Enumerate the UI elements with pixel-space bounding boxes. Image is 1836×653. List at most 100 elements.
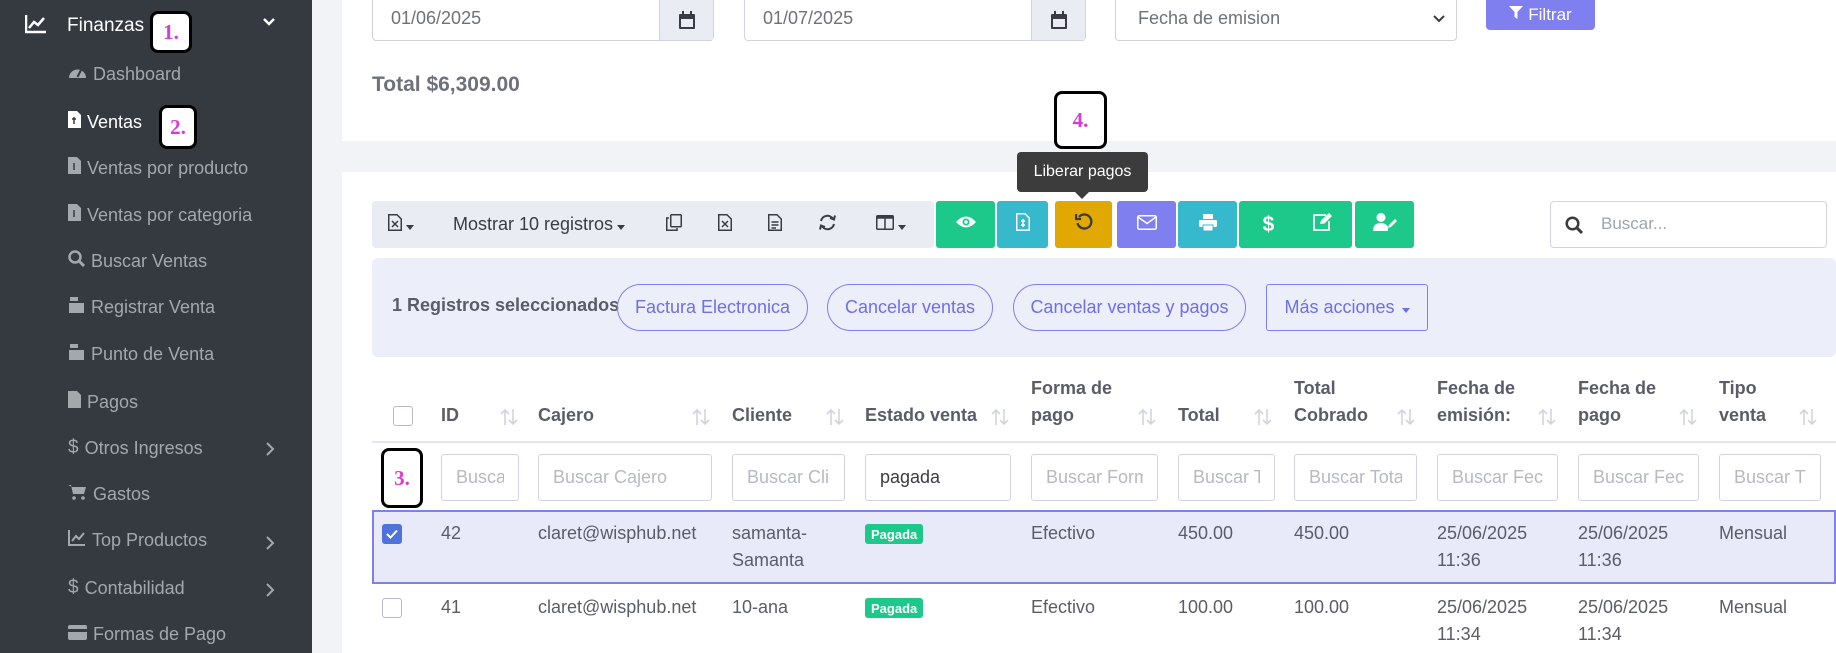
calendar-icon[interactable] (1031, 0, 1085, 40)
sidebar-item-contabilidad[interactable]: $ Contabilidad (68, 577, 185, 599)
date-type-select[interactable]: Fecha de emision (1115, 0, 1457, 41)
filter-cajero-input[interactable] (539, 455, 711, 500)
filter-emision-input[interactable] (1438, 455, 1557, 500)
sort-icon[interactable] (1138, 408, 1156, 426)
sidebar-item-formas-de-pago[interactable]: Formas de Pago (68, 624, 226, 645)
sort-icon[interactable] (1254, 408, 1272, 426)
filter-cliente-field[interactable] (732, 454, 845, 501)
cell-cliente[interactable]: samanta- Samanta (732, 520, 807, 574)
assign-user-button[interactable] (1355, 201, 1414, 248)
filter-pago-input[interactable] (1579, 455, 1698, 500)
cancel-sales-and-payments-button[interactable]: Cancelar ventas y pagos (1013, 284, 1246, 331)
sidebar-item-gastos[interactable]: Gastos (68, 484, 150, 505)
sidebar-item-registrar-venta[interactable]: Registrar Venta (68, 297, 215, 318)
column-header-forma-de-pago[interactable]: Forma de pago (1031, 375, 1112, 429)
column-header-cajero[interactable]: Cajero (538, 402, 594, 429)
filter-cobrado-input[interactable] (1295, 455, 1416, 500)
table-search-input[interactable] (1601, 214, 1811, 234)
columns-dropdown-button[interactable] (868, 201, 914, 248)
column-header-estado-venta[interactable]: Estado venta (865, 402, 977, 429)
calendar-icon[interactable] (659, 0, 713, 40)
sort-icon[interactable] (1679, 408, 1697, 426)
export-excel-button[interactable] (707, 201, 743, 248)
sort-icon[interactable] (1397, 408, 1415, 426)
step-marker-4: 4. (1054, 91, 1107, 149)
edit-button[interactable] (1293, 201, 1352, 248)
filter-id-input[interactable] (442, 455, 518, 500)
electronic-invoice-button[interactable]: Factura Electronica (617, 284, 808, 331)
sort-icon[interactable] (826, 408, 844, 426)
column-header-tipo-venta[interactable]: Tipo venta (1719, 375, 1766, 429)
sort-icon[interactable] (1538, 408, 1556, 426)
row-checkbox[interactable] (382, 598, 402, 618)
date-to-field[interactable]: 01/07/2025 (744, 0, 1086, 41)
column-header-fecha-emision[interactable]: Fecha de emisión: (1437, 375, 1515, 429)
cancel-sales-button[interactable]: Cancelar ventas (827, 284, 993, 331)
caret-down-icon (1401, 297, 1410, 318)
header-line: venta (1719, 405, 1767, 425)
filter-cajero-field[interactable] (538, 454, 712, 501)
sidebar-item-dashboard[interactable]: Dashboard (68, 64, 181, 85)
filter-pago-field[interactable] (1578, 454, 1699, 501)
view-button[interactable] (936, 201, 995, 248)
chevron-right-icon[interactable] (265, 442, 275, 461)
more-actions-dropdown[interactable]: Más acciones (1266, 284, 1428, 331)
filter-total-input[interactable] (1179, 455, 1274, 500)
invoice-button[interactable] (997, 201, 1048, 248)
filter-forma-field[interactable] (1031, 454, 1158, 501)
date-from-field[interactable]: 01/06/2025 (372, 0, 714, 41)
refresh-button[interactable] (808, 201, 846, 248)
copy-button[interactable] (656, 201, 692, 248)
filter-estado-input[interactable] (866, 455, 1010, 500)
file-excel-icon (718, 213, 732, 236)
sidebar-item-top-productos[interactable]: Top Productos (68, 530, 207, 551)
sidebar: Finanzas Dashboard Ventas Ventas por pro… (0, 0, 312, 653)
filter-tipo-field[interactable] (1719, 454, 1821, 501)
sort-icon[interactable] (692, 408, 710, 426)
export-text-button[interactable] (757, 201, 793, 248)
column-header-total-cobrado[interactable]: Total Cobrado (1294, 375, 1368, 429)
filter-id-field[interactable] (441, 454, 519, 501)
print-button[interactable] (1178, 201, 1237, 248)
column-header-id[interactable]: ID (441, 402, 459, 429)
export-dropdown-button[interactable] (381, 201, 421, 248)
file-invoice-icon (68, 157, 81, 179)
payment-button[interactable]: $ (1239, 201, 1298, 248)
filter-emision-field[interactable] (1437, 454, 1558, 501)
chevron-right-icon[interactable] (265, 583, 275, 602)
sort-icon[interactable] (500, 408, 518, 426)
filter-estado-field[interactable] (865, 454, 1011, 501)
print-icon (1198, 213, 1217, 236)
sidebar-item-ventas-por-producto[interactable]: Ventas por producto (68, 157, 248, 179)
sidebar-item-punto-de-venta[interactable]: Punto de Venta (68, 344, 214, 365)
filter-button[interactable]: Filtrar (1486, 0, 1595, 30)
cell-line: 11:34 (1437, 624, 1481, 644)
sort-icon[interactable] (1799, 408, 1817, 426)
show-records-dropdown[interactable]: Mostrar 10 registros (446, 201, 632, 248)
cash-register-icon (68, 344, 85, 365)
column-header-fecha-pago[interactable]: Fecha de pago (1578, 375, 1656, 429)
filter-total-field[interactable] (1178, 454, 1275, 501)
sidebar-item-ventas[interactable]: Ventas (68, 111, 142, 133)
column-header-total[interactable]: Total (1178, 402, 1220, 429)
email-button[interactable] (1117, 201, 1176, 248)
sidebar-item-ventas-por-categoria[interactable]: Ventas por categoria (68, 204, 252, 226)
sidebar-item-buscar-ventas[interactable]: Buscar Ventas (68, 250, 207, 272)
select-all-checkbox[interactable] (393, 406, 413, 426)
row-checkbox[interactable] (382, 524, 402, 544)
filter-forma-input[interactable] (1032, 455, 1157, 500)
sidebar-item-otros-ingresos[interactable]: $ Otros Ingresos (68, 437, 203, 459)
filter-tipo-input[interactable] (1720, 455, 1820, 500)
filter-cliente-input[interactable] (733, 455, 844, 500)
sort-icon[interactable] (991, 408, 1009, 426)
column-header-cliente[interactable]: Cliente (732, 402, 792, 429)
sidebar-item-pagos[interactable]: Pagos (68, 391, 138, 413)
filter-cobrado-field[interactable] (1294, 454, 1417, 501)
cell-cliente[interactable]: 10-ana (732, 594, 788, 621)
release-payments-button[interactable] (1055, 201, 1112, 248)
table-search-box[interactable] (1550, 201, 1827, 248)
caret-down-icon (898, 214, 906, 235)
date-from-value: 01/06/2025 (391, 8, 482, 28)
chevron-right-icon[interactable] (265, 536, 275, 555)
columns-icon (876, 214, 894, 235)
